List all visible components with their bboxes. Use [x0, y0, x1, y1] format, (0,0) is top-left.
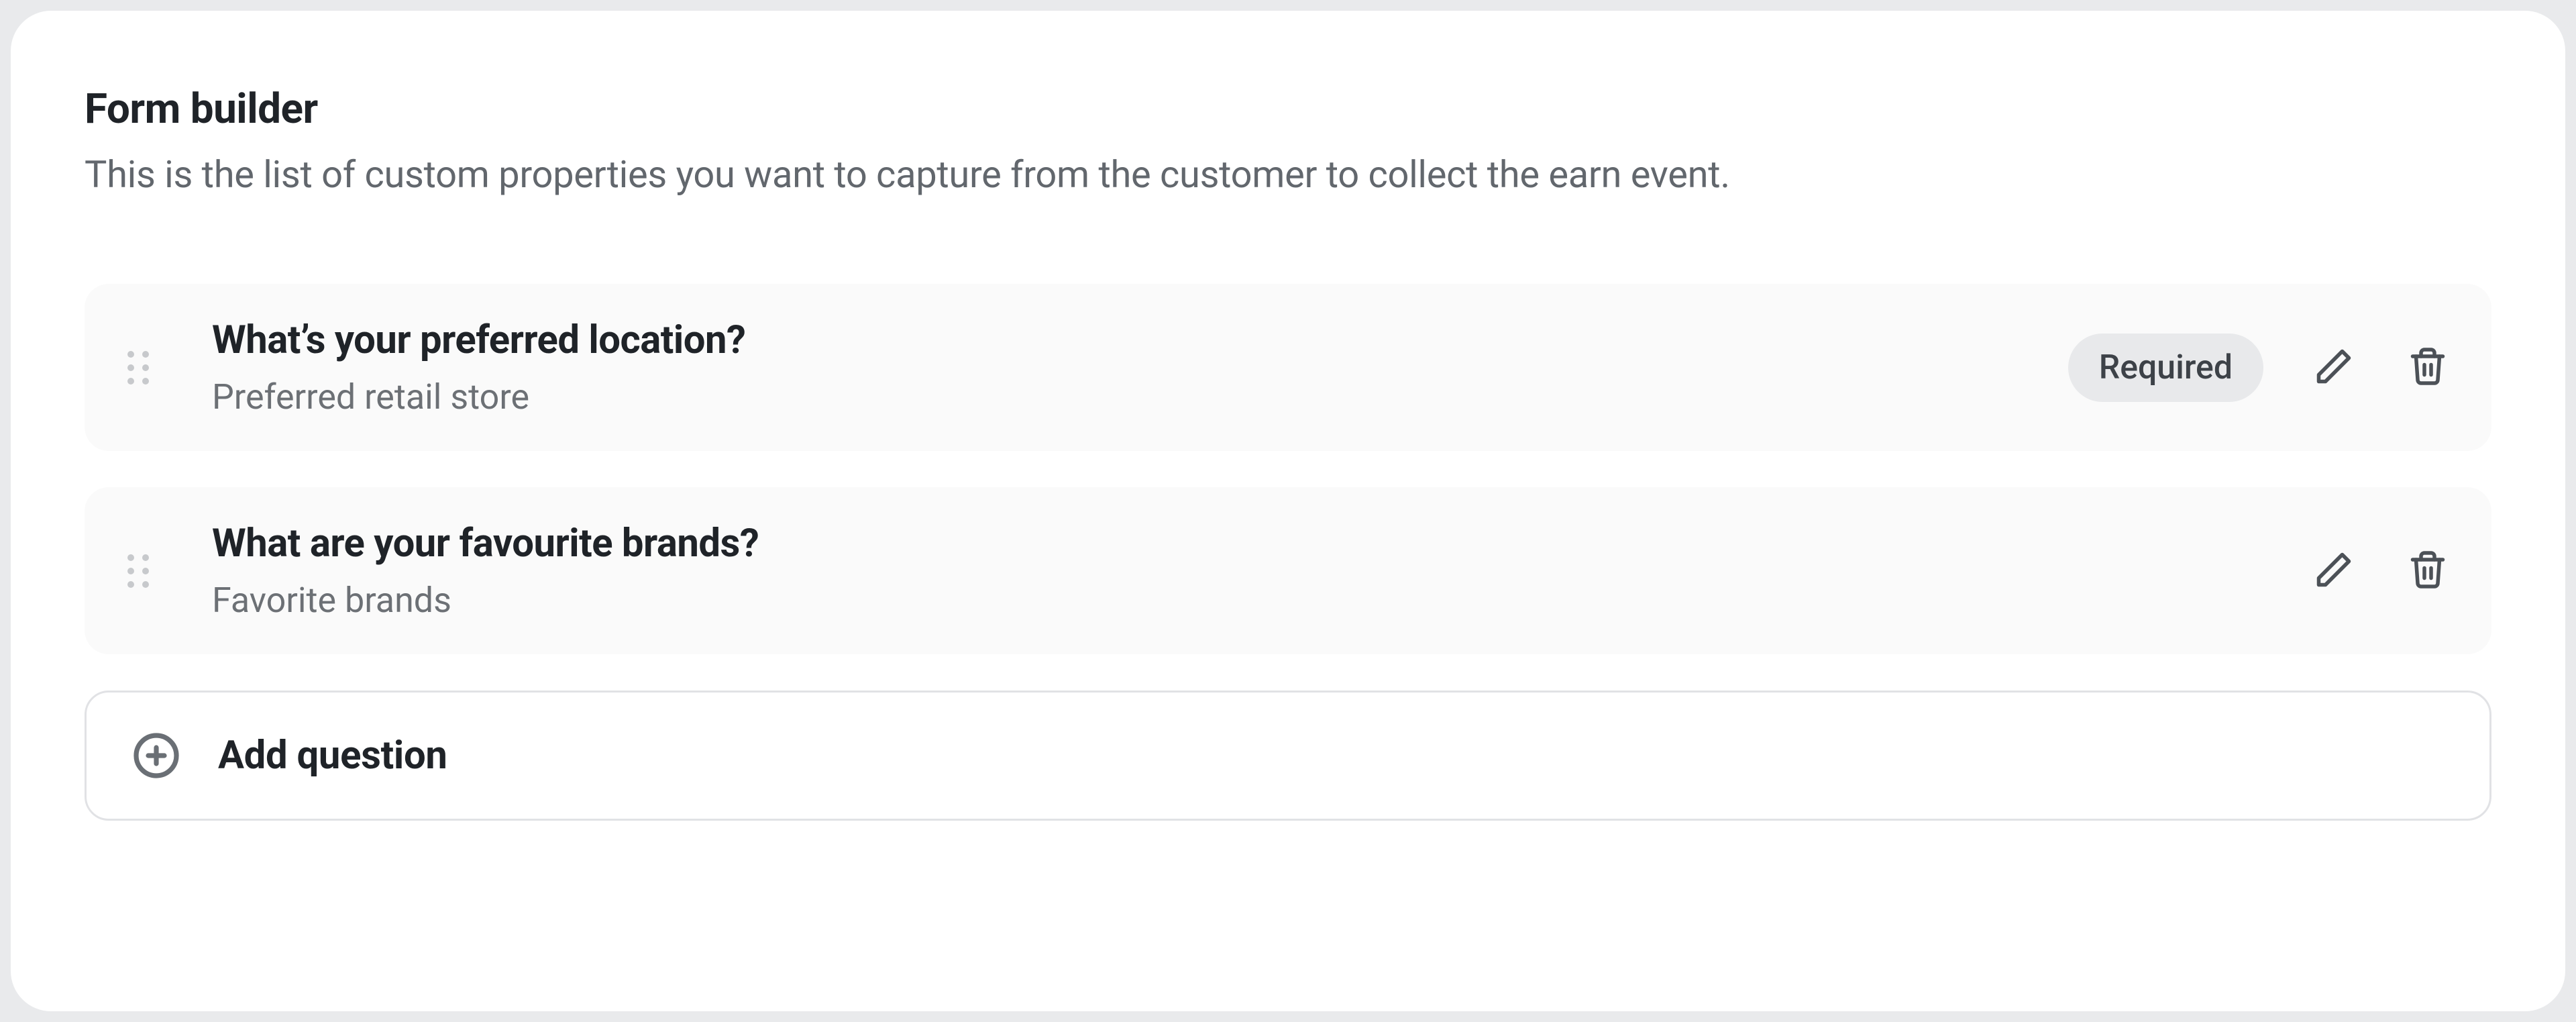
section-title: Form builder	[85, 85, 2491, 134]
question-text: What’s your preferred location? Preferre…	[212, 317, 2041, 417]
plus-circle-icon	[132, 731, 180, 780]
question-actions: Required	[2068, 334, 2451, 402]
edit-button[interactable]	[2310, 344, 2357, 391]
add-question-label: Add question	[218, 733, 447, 778]
question-list: What’s your preferred location? Preferre…	[85, 284, 2491, 821]
question-row: What are your favourite brands? Favorite…	[85, 487, 2491, 654]
trash-icon	[2408, 550, 2448, 592]
question-row: What’s your preferred location? Preferre…	[85, 284, 2491, 451]
question-text: What are your favourite brands? Favorite…	[212, 521, 2284, 621]
required-badge: Required	[2068, 334, 2263, 402]
trash-icon	[2408, 346, 2448, 389]
pencil-icon	[2314, 346, 2354, 389]
delete-button[interactable]	[2404, 344, 2451, 391]
drag-handle[interactable]	[118, 554, 158, 588]
question-subtitle: Preferred retail store	[212, 376, 2041, 417]
form-builder-panel: Form builder This is the list of custom …	[11, 11, 2565, 1011]
grip-dots-icon	[127, 351, 149, 385]
add-question-button[interactable]: Add question	[85, 691, 2491, 821]
question-title: What’s your preferred location?	[212, 317, 2041, 363]
question-actions	[2310, 548, 2451, 595]
delete-button[interactable]	[2404, 548, 2451, 595]
drag-handle[interactable]	[118, 351, 158, 385]
pencil-icon	[2314, 550, 2354, 592]
question-subtitle: Favorite brands	[212, 580, 2284, 621]
grip-dots-icon	[127, 554, 149, 588]
question-title: What are your favourite brands?	[212, 521, 2284, 566]
edit-button[interactable]	[2310, 548, 2357, 595]
section-description: This is the list of custom properties yo…	[85, 152, 2491, 197]
